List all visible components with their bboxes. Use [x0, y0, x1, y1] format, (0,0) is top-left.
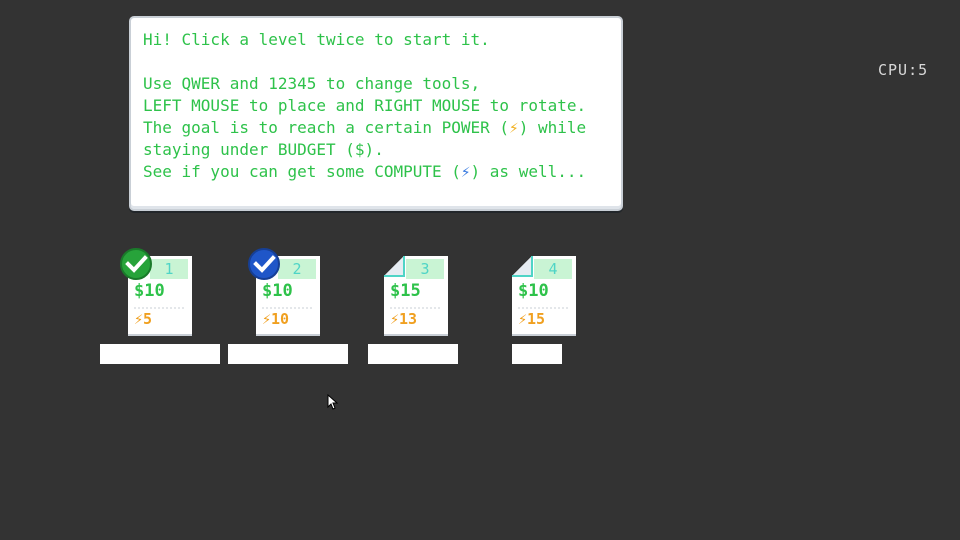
level-budget: $10 [134, 281, 165, 301]
level-name-box-1 [100, 344, 220, 364]
intro-dialog: Hi! Click a level twice to start it. Use… [129, 16, 623, 211]
level-power: ⚡5 [134, 310, 153, 328]
level-number: 3 [420, 260, 430, 278]
level-card-3[interactable]: 3 $15 ⚡13 [384, 256, 448, 336]
completed-check-icon [120, 248, 152, 280]
intro-line-1: Hi! Click a level twice to start it. [143, 30, 490, 49]
level-power-value: 5 [143, 310, 153, 328]
power-icon: ⚡ [509, 118, 519, 137]
level-power-value: 13 [399, 310, 418, 328]
level-power-value: 15 [527, 310, 546, 328]
intro-line-6b: ) as well... [470, 162, 587, 181]
level-budget: $10 [518, 281, 549, 301]
intro-line-4a: The goal is to reach a certain POWER ( [143, 118, 510, 137]
level-name-box-4 [512, 344, 562, 364]
level-number: 4 [548, 260, 558, 278]
compute-icon: ⚡ [460, 162, 471, 181]
level-power: ⚡15 [518, 310, 546, 328]
intro-line-2: Use QWER and 12345 to change tools, [143, 74, 481, 93]
intro-line-3: LEFT MOUSE to place and RIGHT MOUSE to r… [143, 96, 587, 115]
intro-line-4: The goal is to reach a certain POWER (⚡)… [143, 117, 609, 139]
level-power-value: 10 [271, 310, 290, 328]
intro-line-6: See if you can get some COMPUTE (⚡) as w… [143, 161, 609, 183]
intro-line-4b: ) while [518, 118, 587, 137]
level-number: 2 [292, 260, 302, 278]
level-budget: $15 [390, 281, 421, 301]
cpu-counter: CPU:5 [878, 61, 929, 79]
level-card-4[interactable]: 4 $10 ⚡15 [512, 256, 576, 336]
level-power: ⚡10 [262, 310, 290, 328]
level-card-1[interactable]: 1 $10 ⚡5 [120, 248, 192, 336]
level-name-box-3 [368, 344, 458, 364]
level-card-2[interactable]: 2 $10 ⚡10 [248, 248, 320, 336]
game-screen: Hi! Click a level twice to start it. Use… [0, 0, 960, 540]
level-number: 1 [164, 260, 174, 278]
intro-spacer [143, 51, 609, 73]
level-name-box-2 [228, 344, 348, 364]
intro-line-6a: See if you can get some COMPUTE ( [143, 162, 461, 181]
level-budget: $10 [262, 281, 293, 301]
mouse-cursor-icon [327, 394, 339, 410]
intro-line-5: staying under BUDGET ($). [143, 140, 384, 159]
completed-check-icon [248, 248, 280, 280]
level-power: ⚡13 [390, 310, 418, 328]
